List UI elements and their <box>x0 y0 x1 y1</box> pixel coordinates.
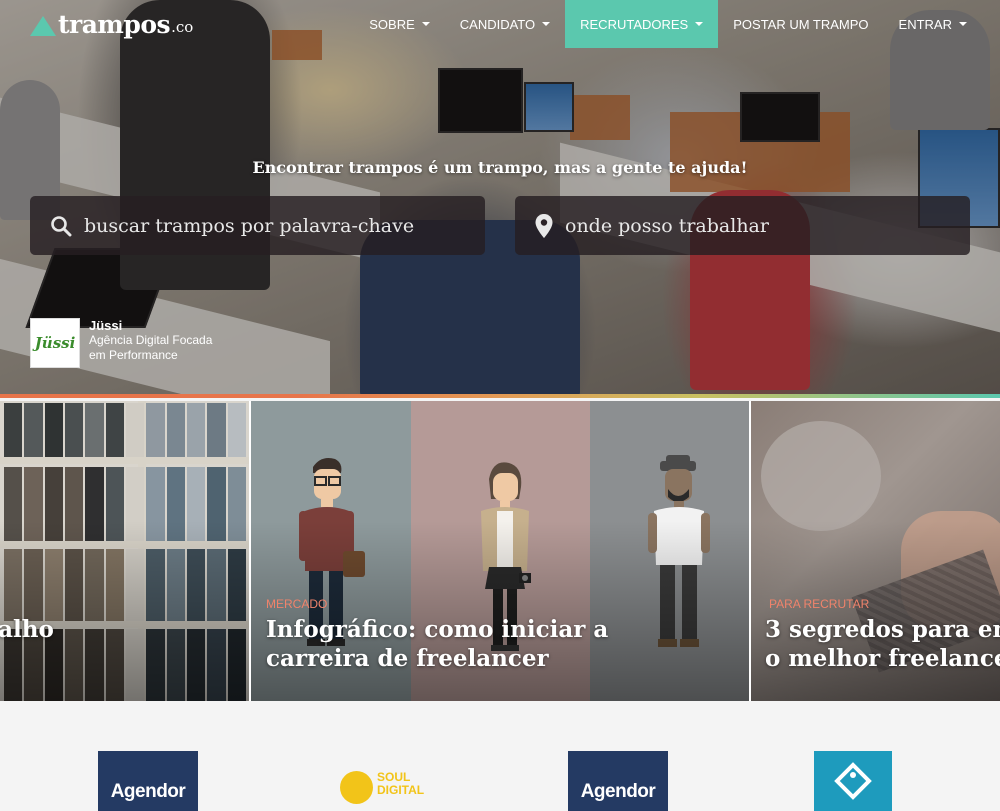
partner-logo-soul-digital[interactable]: SOUL DIGITAL <box>340 751 424 804</box>
caret-down-icon <box>695 22 704 26</box>
nav-item-label: ENTRAR <box>898 16 952 32</box>
nav-item-postar-um-trampo[interactable]: POSTAR UM TRAMPO <box>718 0 883 48</box>
hero-tagline: Encontrar trampos é um trampo, mas a gen… <box>252 158 748 177</box>
article-card-infographic[interactable]: MERCADO Infográfico: como iniciar a carr… <box>251 401 749 701</box>
brand-logo[interactable]: trampos .co <box>30 10 193 39</box>
soul-circle-icon <box>340 771 373 804</box>
article-title: palho <box>0 616 54 643</box>
nav-item-label: RECRUTADORES <box>580 16 689 32</box>
caret-down-icon <box>542 22 551 26</box>
logo-triangle-icon <box>30 16 56 36</box>
color-stripe <box>0 394 1000 398</box>
partner-logo-tag[interactable] <box>814 751 892 811</box>
hero-banner: trampos .co SOBRE CANDIDATO RECRUTADORES… <box>0 0 1000 398</box>
article-category: PARA RECRUTAR <box>769 597 870 611</box>
top-nav: SOBRE CANDIDATO RECRUTADORES POSTAR UM T… <box>354 0 982 48</box>
partner-logo-text: SOUL DIGITAL <box>377 771 424 797</box>
partner-logo-agendor[interactable]: Agendor <box>98 751 198 811</box>
nav-item-label: POSTAR UM TRAMPO <box>733 16 869 32</box>
nav-item-label: SOBRE <box>369 16 415 32</box>
partner-logos: Agendor SOUL DIGITAL Agendor <box>0 701 1000 811</box>
article-card-photo[interactable]: PARA RECRUTAR 3 segredos para en o melho… <box>751 401 1000 701</box>
location-search-placeholder: onde posso trabalhar <box>565 214 769 237</box>
partner-logo-agendor[interactable]: Agendor <box>568 751 668 811</box>
search-icon <box>51 215 72 236</box>
sponsor-description-line2: em Performance <box>89 348 178 362</box>
caret-down-icon <box>421 22 430 26</box>
sponsor-info: Jüssi Agência Digital Focada em Performa… <box>89 318 212 363</box>
sponsor-logo: Jüssi <box>30 318 80 368</box>
sponsor-logo-text: Jüssi <box>34 334 76 352</box>
keyword-search-input[interactable]: buscar trampos por palavra-chave <box>30 196 485 255</box>
caret-down-icon <box>959 22 967 26</box>
card-overlay <box>0 401 249 701</box>
brand-tld: .co <box>171 18 194 36</box>
article-card-bookshelf[interactable]: palho <box>0 401 249 701</box>
article-category: MERCADO <box>266 597 328 611</box>
nav-item-candidato[interactable]: CANDIDATO <box>445 0 565 48</box>
keyword-search-placeholder: buscar trampos por palavra-chave <box>84 214 415 237</box>
article-carousel: palho <box>0 401 1000 701</box>
nav-item-label: CANDIDATO <box>459 16 536 32</box>
article-title: 3 segredos para en o melhor freelance <box>765 616 1000 672</box>
tag-icon <box>834 762 872 800</box>
nav-item-recrutadores[interactable]: RECRUTADORES <box>565 0 719 48</box>
map-pin-icon <box>535 213 553 238</box>
partner-logo-line2: DIGITAL <box>377 783 425 797</box>
sponsor-description-line1: Agência Digital Focada <box>89 333 213 347</box>
partner-logo-text: Agendor <box>110 781 186 802</box>
sponsor-name: Jüssi <box>89 318 123 333</box>
sponsor-banner[interactable]: Jüssi Jüssi Agência Digital Focada em Pe… <box>30 318 212 368</box>
brand-name: trampos <box>58 10 171 39</box>
nav-item-sobre[interactable]: SOBRE <box>354 0 445 48</box>
partner-logo-text: Agendor <box>580 781 656 802</box>
article-title: Infográfico: como iniciar a carreira de … <box>266 616 609 672</box>
nav-item-entrar[interactable]: ENTRAR <box>884 0 982 48</box>
location-search-input[interactable]: onde posso trabalhar <box>515 196 970 255</box>
